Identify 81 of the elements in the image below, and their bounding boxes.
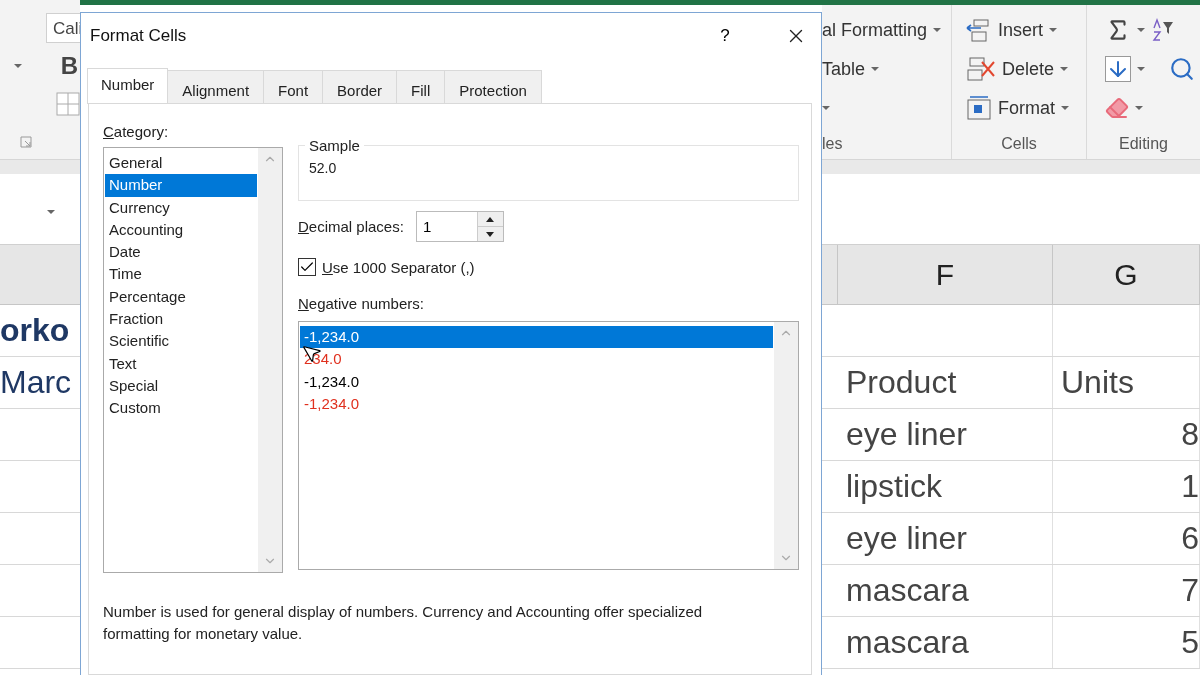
sheet-cell: orko xyxy=(0,312,70,349)
caret-icon xyxy=(1060,67,1069,71)
table-cell: 8 xyxy=(1053,409,1200,460)
category-item[interactable]: Currency xyxy=(105,196,257,219)
eraser-icon[interactable] xyxy=(1105,96,1129,120)
separator-label: Use 1000 Separator (,) xyxy=(322,258,475,276)
table-cell: eye liner xyxy=(838,513,1053,564)
table-cell: 6 xyxy=(1053,513,1200,564)
separator-checkbox[interactable] xyxy=(298,258,316,276)
caret-icon xyxy=(871,67,880,71)
table-cell: lipstick xyxy=(838,461,1053,512)
dialog-title: Format Cells xyxy=(90,25,188,46)
table-cell: eye liner xyxy=(838,409,1053,460)
decimal-places-spinner[interactable]: 1 xyxy=(415,211,504,242)
caret-icon xyxy=(822,106,830,110)
table-cell: 7 xyxy=(1053,565,1200,616)
group-caption: Editing xyxy=(1118,135,1169,153)
group-caption: les xyxy=(822,135,844,153)
scrollbar[interactable] xyxy=(258,148,282,572)
tab[interactable]: Font xyxy=(263,70,324,104)
ribbon-menu-item[interactable]: Table xyxy=(822,58,866,80)
caret-icon xyxy=(1137,28,1145,32)
bold-button[interactable]: B xyxy=(60,52,78,80)
table-cell: Product xyxy=(838,357,1053,408)
table-cell: mascara xyxy=(838,617,1053,668)
increment-button[interactable] xyxy=(477,212,503,226)
table-cell: mascara xyxy=(838,565,1053,616)
negative-number-option[interactable]: -1,234.0 xyxy=(300,370,773,393)
category-item[interactable]: Percentage xyxy=(105,285,257,309)
column-header[interactable]: F xyxy=(838,245,1053,304)
help-button[interactable]: ? xyxy=(705,24,745,47)
column-header[interactable]: G xyxy=(1053,245,1200,304)
sample-label: Sample xyxy=(308,137,361,154)
format-cells-icon xyxy=(966,95,992,121)
insert-cells-icon xyxy=(966,17,992,43)
negative-numbers-label: Negative numbers: xyxy=(298,295,425,312)
scrollbar[interactable] xyxy=(774,322,798,569)
negative-number-option[interactable]: -1,234.0 xyxy=(300,392,773,416)
tab[interactable]: Border xyxy=(322,70,398,104)
category-item[interactable]: Custom xyxy=(105,397,257,420)
tab[interactable]: Alignment xyxy=(167,70,265,104)
search-icon[interactable] xyxy=(1169,56,1195,82)
category-item[interactable]: Number xyxy=(105,174,257,197)
caret-icon xyxy=(14,64,22,68)
caret-icon xyxy=(1061,106,1069,110)
category-item[interactable]: Date xyxy=(105,241,257,264)
decimal-places-label: Decimal places: xyxy=(298,218,404,235)
ribbon-menu-item[interactable]: Delete xyxy=(1002,58,1055,80)
tab[interactable]: Fill xyxy=(396,70,446,104)
table-cell: 1 xyxy=(1053,461,1200,512)
delete-cells-icon xyxy=(966,56,996,82)
category-item[interactable]: Special xyxy=(105,374,257,398)
category-item[interactable]: Accounting xyxy=(105,218,257,242)
category-item[interactable]: General xyxy=(105,152,257,175)
sort-filter-icon[interactable] xyxy=(1151,18,1175,42)
group-caption: Cells xyxy=(1000,135,1038,153)
category-item[interactable]: Text xyxy=(105,352,257,375)
caret-icon xyxy=(933,28,942,32)
fill-icon[interactable] xyxy=(1105,56,1131,82)
table-cell: Units xyxy=(1053,357,1200,408)
decrement-button[interactable] xyxy=(477,226,503,241)
name-box-caret-icon[interactable] xyxy=(47,210,55,214)
dialog-launcher-icon[interactable] xyxy=(20,136,32,148)
category-item[interactable]: Fraction xyxy=(105,308,257,331)
tab[interactable]: Protection xyxy=(444,70,542,104)
ribbon-menu-item[interactable]: Insert xyxy=(998,19,1044,41)
tab[interactable]: Number xyxy=(87,68,169,104)
caret-icon xyxy=(1049,28,1058,32)
category-description: Number is used for general display of numbers. Currency and Accounting offer specialized formatting for monetary value. xyxy=(103,602,704,644)
category-item[interactable]: Time xyxy=(105,263,257,286)
borders-icon[interactable] xyxy=(56,92,80,116)
negative-number-option[interactable]: -1,234.0 xyxy=(300,326,773,349)
table-cell: 5 xyxy=(1053,617,1200,668)
category-label: Category: xyxy=(103,123,170,140)
ribbon-menu-item[interactable]: Format xyxy=(998,97,1055,119)
ribbon-menu-item[interactable]: al Formatting xyxy=(822,19,928,41)
caret-icon xyxy=(1137,67,1145,71)
caret-icon xyxy=(1135,106,1143,110)
category-item[interactable]: Scientific xyxy=(105,330,257,353)
sheet-cell: Marc xyxy=(0,364,72,401)
sample-value: 52.0 xyxy=(309,160,338,176)
